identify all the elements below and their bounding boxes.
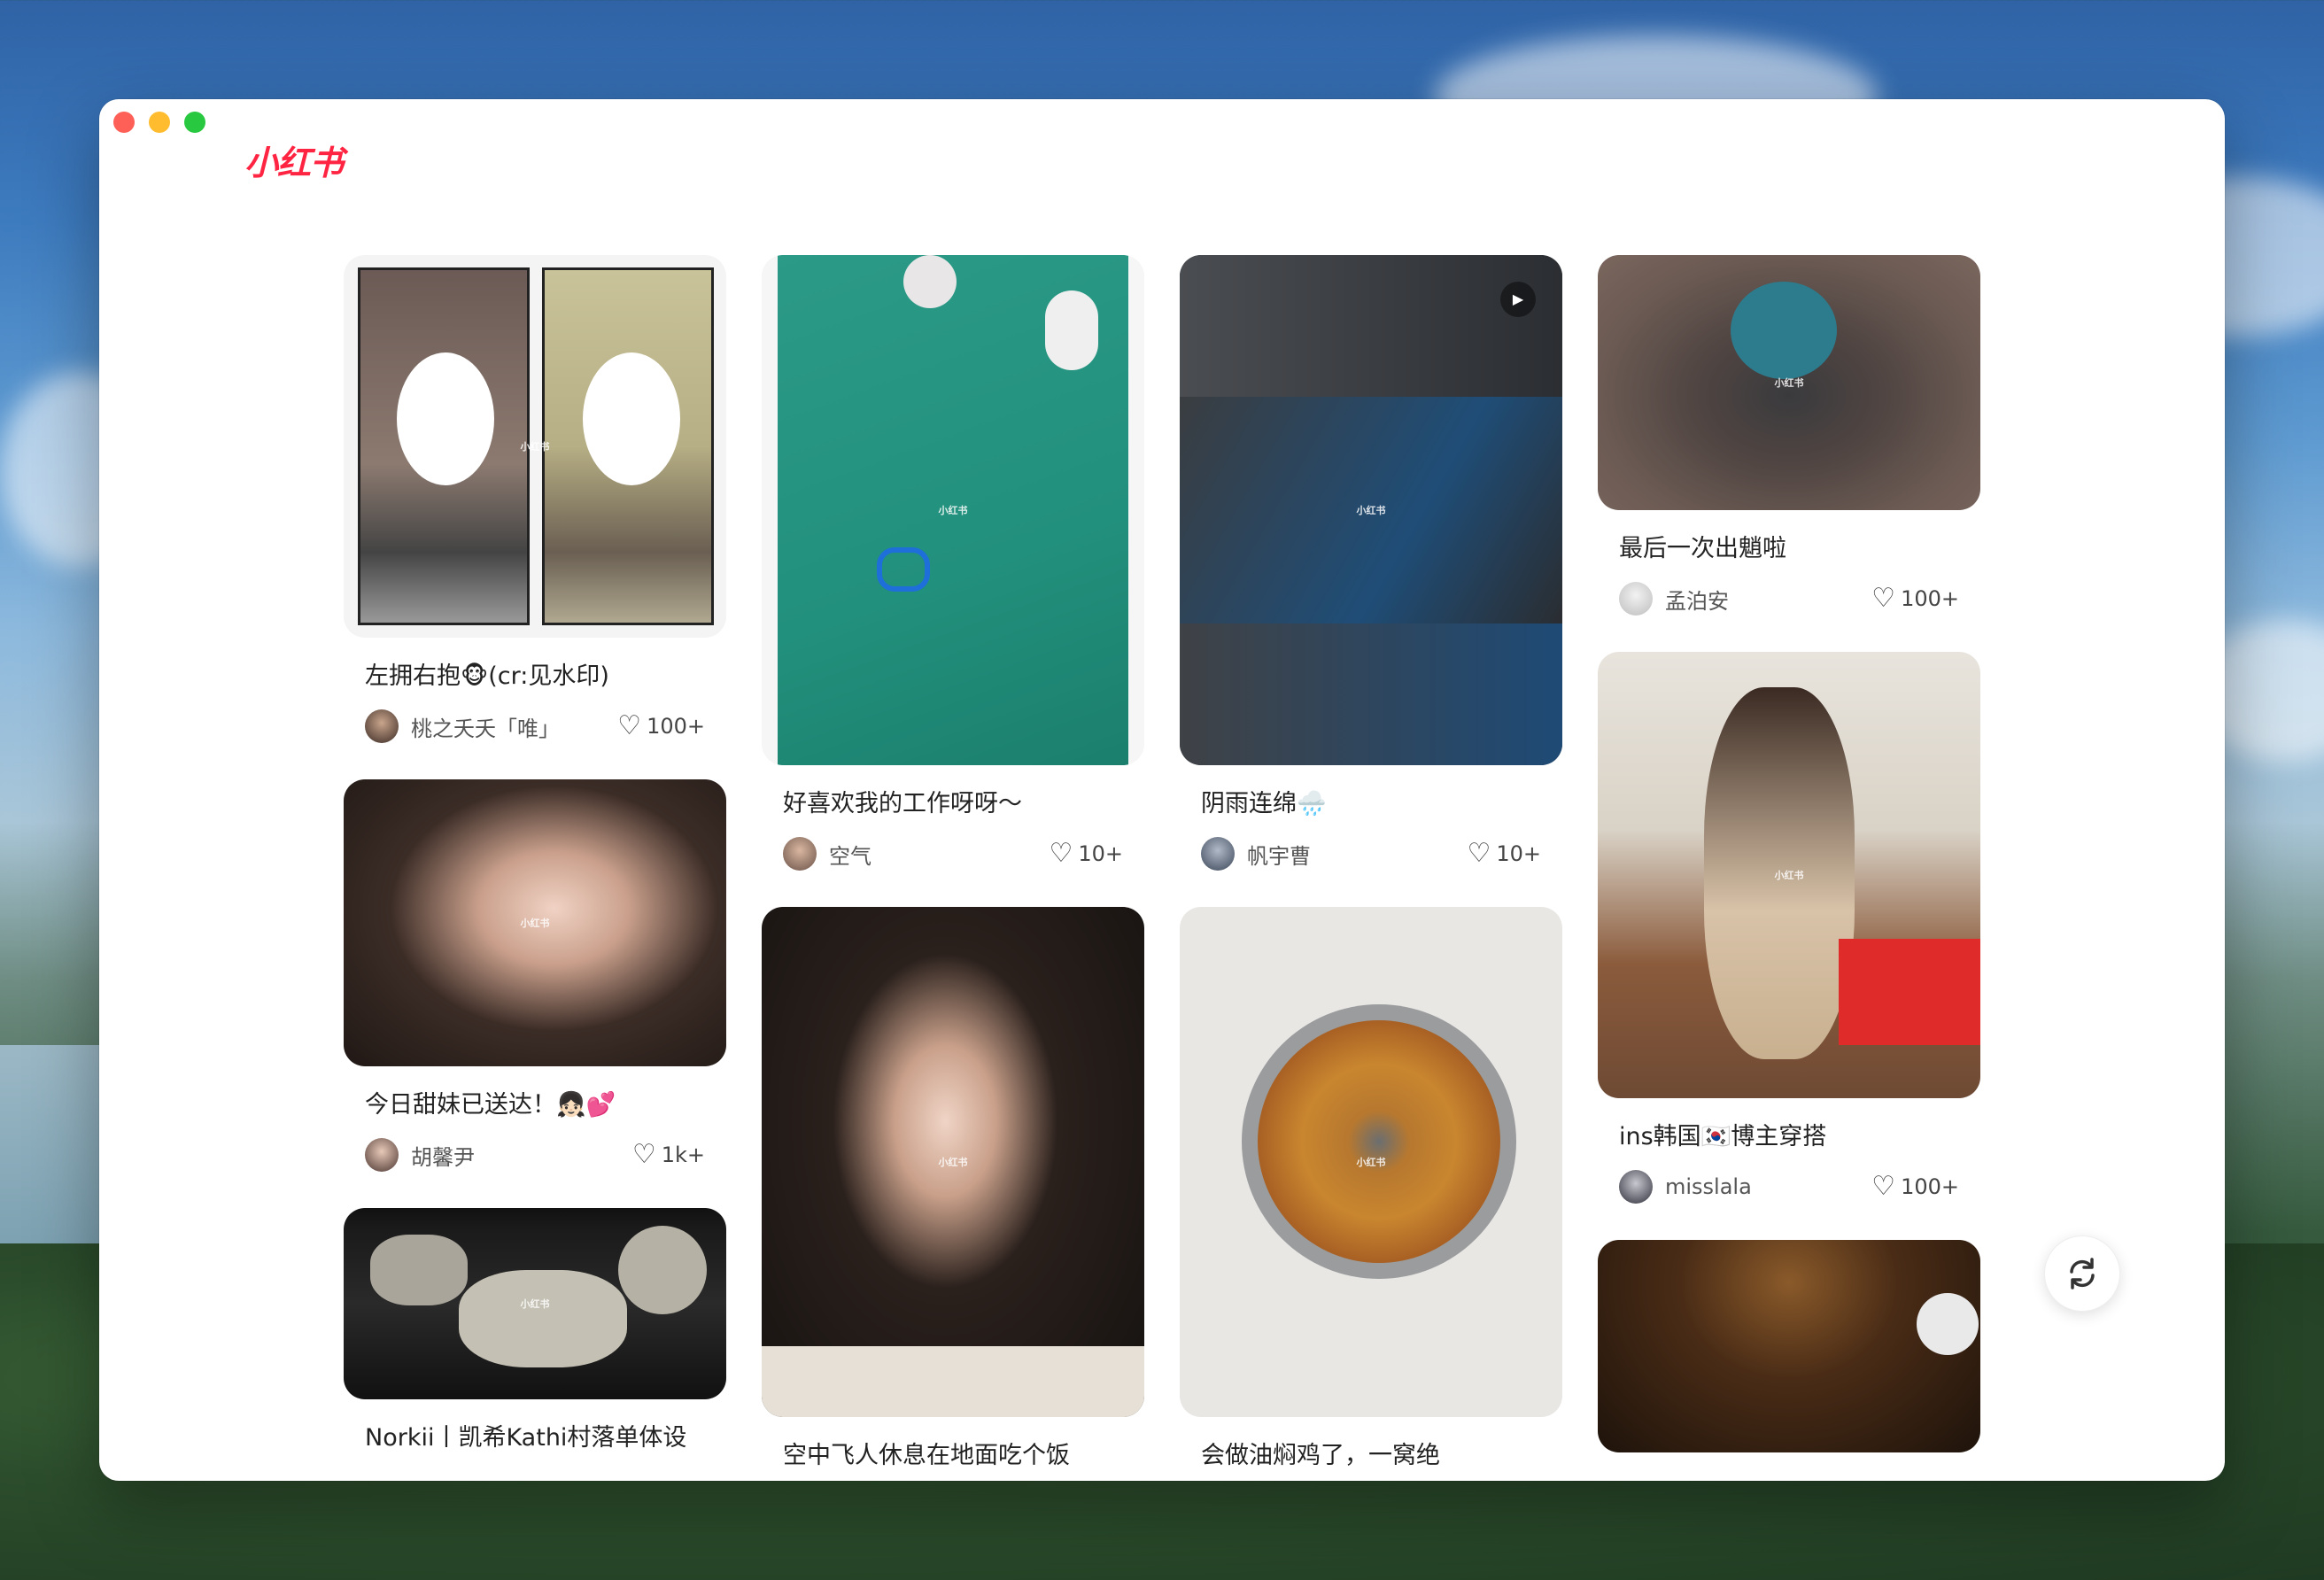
watermark-label: 小红书 — [520, 918, 550, 929]
author-name[interactable]: 孟泊安 — [1665, 584, 1871, 615]
note-title[interactable]: 左拥右抱🐵(cr:见水印) — [365, 659, 705, 694]
heart-outline-icon: ♡ — [1871, 1171, 1896, 1202]
window-controls — [113, 112, 205, 133]
avatar[interactable] — [365, 1138, 399, 1172]
refresh-button[interactable] — [2044, 1235, 2120, 1312]
note-cover-image[interactable]: 小红书 — [344, 1208, 726, 1399]
note-card[interactable]: 小红书 左拥右抱🐵(cr:见水印) 桃之夭夭「唯」 ♡ 100+ — [344, 255, 726, 744]
like-count: 100+ — [1901, 586, 1959, 611]
avatar[interactable] — [783, 837, 817, 871]
note-card[interactable]: 小红书 好喜欢我的工作呀呀～ 空气 ♡ 10+ — [762, 255, 1144, 871]
like-count: 1k+ — [661, 1142, 705, 1167]
watermark-label: 小红书 — [520, 1298, 550, 1310]
avatar[interactable] — [1201, 837, 1235, 871]
note-title[interactable]: 今日甜妹已送达！👧🏻💕 — [365, 1088, 705, 1123]
like-count: 10+ — [1496, 841, 1541, 866]
note-meta: misslala ♡ 100+ — [1619, 1169, 1959, 1204]
close-button[interactable] — [113, 112, 135, 133]
watermark-label: 小红书 — [1356, 1157, 1386, 1168]
note-card[interactable]: 小红书 最后一次出魈啦 孟泊安 ♡ 100+ — [1598, 255, 1980, 616]
like-button[interactable]: ♡ 10+ — [1467, 840, 1541, 867]
like-button[interactable]: ♡ 1k+ — [632, 1142, 705, 1168]
zoom-button[interactable] — [184, 112, 205, 133]
note-meta: 桃之夭夭「唯」 ♡ 100+ — [365, 709, 705, 744]
note-meta: 胡馨尹 ♡ 1k+ — [365, 1137, 705, 1173]
note-cover-image[interactable]: 小红书 — [344, 779, 726, 1066]
note-cover-image[interactable]: 小红书 — [344, 255, 726, 638]
watermark-label: 小红书 — [938, 1157, 968, 1168]
author-name[interactable]: 帆宇曹 — [1247, 839, 1467, 870]
heart-outline-icon: ♡ — [617, 710, 642, 741]
feed-column-3: ▶ 小红书 阴雨连绵🌧️ 帆宇曹 ♡ 10+ 小红书 会做油焖鸡了，一窝绝 — [1180, 255, 1562, 1474]
app-window: 小红书 小红书 左拥右抱🐵(cr:见水印) 桃之夭夭「唯」 ♡ 100+ 小红书… — [99, 99, 2225, 1481]
note-title[interactable]: 最后一次出魈啦 — [1619, 531, 1959, 567]
note-cover-image[interactable]: ▶ 小红书 — [1180, 255, 1562, 765]
note-card[interactable]: ▶ 小红书 阴雨连绵🌧️ 帆宇曹 ♡ 10+ — [1180, 255, 1562, 871]
note-meta: 孟泊安 ♡ 100+ — [1619, 581, 1959, 616]
watermark-label: 小红书 — [938, 505, 968, 516]
note-title[interactable]: ins韩国🇰🇷博主穿搭 — [1619, 1119, 1959, 1155]
heart-outline-icon: ♡ — [1467, 838, 1491, 869]
note-cover-image[interactable]: 小红书 — [762, 907, 1144, 1417]
note-title[interactable]: 空中飞人休息在地面吃个饭 — [783, 1438, 1123, 1474]
like-button[interactable]: ♡ 100+ — [617, 713, 705, 740]
watermark-label: 小红书 — [1774, 870, 1804, 881]
note-card[interactable]: 小红书 今日甜妹已送达！👧🏻💕 胡馨尹 ♡ 1k+ — [344, 779, 726, 1173]
like-button[interactable]: ♡ 100+ — [1871, 1173, 1959, 1200]
note-card[interactable]: 小红书 Norkii丨凯希Kathi村落单体设 — [344, 1208, 726, 1456]
note-title[interactable]: 好喜欢我的工作呀呀～ — [783, 786, 1123, 822]
watermark-label: 小红书 — [520, 441, 550, 453]
note-card[interactable]: 小红书 空中飞人休息在地面吃个饭 — [762, 907, 1144, 1474]
note-cover-image[interactable] — [1598, 1240, 1980, 1452]
like-count: 10+ — [1078, 841, 1123, 866]
heart-outline-icon: ♡ — [1871, 583, 1896, 614]
note-meta: 帆宇曹 ♡ 10+ — [1201, 836, 1541, 871]
note-cover-image[interactable]: 小红书 — [1598, 255, 1980, 510]
like-button[interactable]: ♡ 100+ — [1871, 585, 1959, 612]
avatar[interactable] — [1619, 582, 1653, 616]
like-button[interactable]: ♡ 10+ — [1049, 840, 1123, 867]
note-feed: 小红书 左拥右抱🐵(cr:见水印) 桃之夭夭「唯」 ♡ 100+ 小红书 今日甜… — [344, 255, 1980, 1474]
note-cover-image[interactable]: 小红书 — [762, 255, 1144, 765]
watermark-label: 小红书 — [1774, 377, 1804, 389]
note-card[interactable] — [1598, 1240, 1980, 1452]
note-cover-image[interactable]: 小红书 — [1598, 652, 1980, 1098]
note-card[interactable]: 小红书 ins韩国🇰🇷博主穿搭 misslala ♡ 100+ — [1598, 652, 1980, 1204]
app-logo[interactable]: 小红书 — [244, 136, 344, 190]
refresh-icon — [2070, 1258, 2095, 1290]
avatar[interactable] — [365, 709, 399, 743]
minimize-button[interactable] — [149, 112, 170, 133]
watermark-label: 小红书 — [1356, 505, 1386, 516]
like-count: 100+ — [647, 714, 705, 739]
note-cover-image[interactable]: 小红书 — [1180, 907, 1562, 1417]
heart-outline-icon: ♡ — [1049, 838, 1073, 869]
note-title[interactable]: 会做油焖鸡了，一窝绝 — [1201, 1438, 1541, 1474]
note-meta: 空气 ♡ 10+ — [783, 836, 1123, 871]
note-card[interactable]: 小红书 会做油焖鸡了，一窝绝 — [1180, 907, 1562, 1474]
author-name[interactable]: 桃之夭夭「唯」 — [411, 711, 617, 742]
feed-column-2: 小红书 好喜欢我的工作呀呀～ 空气 ♡ 10+ 小红书 空中飞人休息在地面吃个饭 — [762, 255, 1144, 1474]
note-title[interactable]: 阴雨连绵🌧️ — [1201, 786, 1541, 822]
author-name[interactable]: misslala — [1665, 1174, 1871, 1199]
note-title[interactable]: Norkii丨凯希Kathi村落单体设 — [365, 1421, 705, 1456]
play-icon: ▶ — [1500, 282, 1536, 317]
feed-column-4: 小红书 最后一次出魈啦 孟泊安 ♡ 100+ 小红书 ins韩国🇰🇷博主穿搭 m… — [1598, 255, 1980, 1474]
heart-outline-icon: ♡ — [631, 1139, 656, 1170]
author-name[interactable]: 胡馨尹 — [411, 1140, 632, 1171]
like-count: 100+ — [1901, 1174, 1959, 1199]
feed-column-1: 小红书 左拥右抱🐵(cr:见水印) 桃之夭夭「唯」 ♡ 100+ 小红书 今日甜… — [344, 255, 726, 1474]
avatar[interactable] — [1619, 1170, 1653, 1204]
author-name[interactable]: 空气 — [829, 839, 1049, 870]
